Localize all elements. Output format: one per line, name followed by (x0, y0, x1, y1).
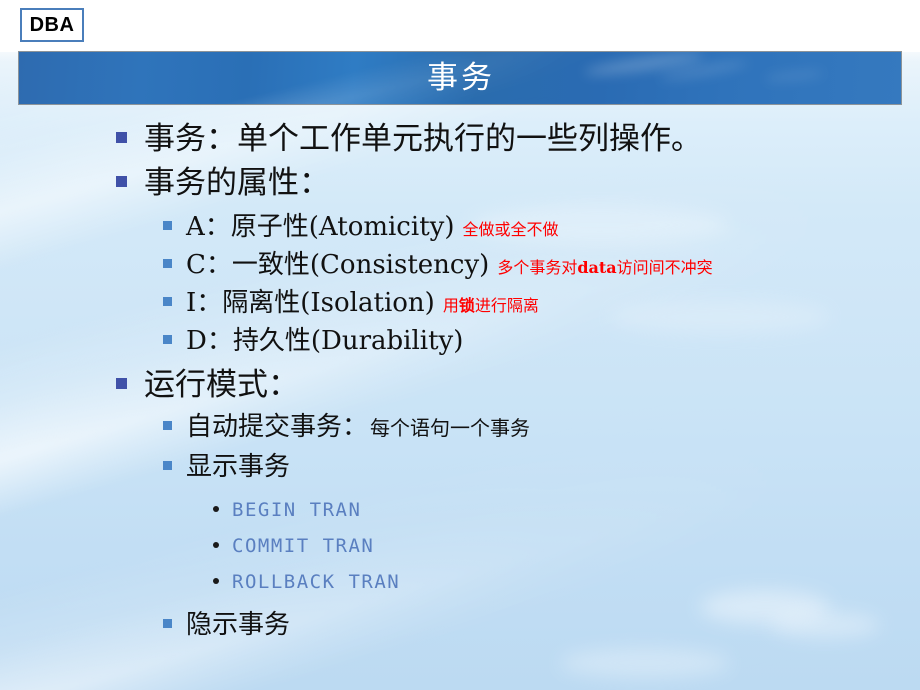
acid-label: C：一致性(Consistency) (186, 250, 490, 280)
annotation-plain: 多个事务对 (497, 258, 578, 277)
square-bullet-icon (163, 221, 172, 230)
cloud-puff (560, 648, 730, 678)
annotation-bold: data (577, 258, 617, 277)
dot-bullet-icon (213, 578, 219, 584)
annotation-tail: 访问间不冲突 (616, 258, 713, 277)
square-bullet-icon (116, 176, 127, 187)
bullet-explicit-transaction: 显示事务 (0, 448, 920, 486)
title-banner: 事务 (18, 51, 902, 105)
properties-text: 事务的属性： (144, 165, 330, 201)
sql-command: BEGIN TRAN (232, 499, 362, 521)
bullet-command-rollback: ROLLBACK TRAN (0, 564, 920, 600)
bullet-run-modes: 运行模式： (0, 364, 920, 406)
bullet-properties: 事务的属性： (0, 162, 920, 204)
dba-logo-box: DBA (20, 8, 84, 42)
bullet-definition: 事务：单个工作单元执行的一些列操作。 (0, 118, 920, 160)
acid-label: D：持久性(Durability) (186, 326, 464, 356)
bullet-acid-isolation: I：隔离性(Isolation) 用锁进行隔离 (0, 284, 920, 322)
square-bullet-icon (116, 378, 127, 389)
slide-canvas: DBA 事务 事务：单个工作单元执行的一些列操作。 事务的属性： A：原子性(A… (0, 0, 920, 690)
acid-annotation: 用锁进行隔离 (443, 292, 539, 316)
explicit-transaction-text: 显示事务 (186, 452, 291, 482)
bullet-command-begin: BEGIN TRAN (0, 492, 920, 528)
square-bullet-icon (163, 421, 172, 430)
run-modes-text: 运行模式： (144, 367, 299, 403)
sql-command: COMMIT TRAN (232, 535, 375, 557)
header-white-strip (0, 0, 920, 52)
annotation-bold: 锁 (458, 296, 475, 315)
square-bullet-icon (163, 297, 172, 306)
implicit-transaction-text: 隐示事务 (186, 610, 291, 640)
square-bullet-icon (163, 619, 172, 628)
dot-bullet-icon (213, 542, 219, 548)
square-bullet-icon (116, 132, 127, 143)
slide-title: 事务 (427, 59, 495, 96)
square-bullet-icon (163, 259, 172, 268)
square-bullet-icon (163, 461, 172, 470)
acid-label: A：原子性(Atomicity) (186, 212, 455, 242)
acid-label: I：隔离性(Isolation) (186, 288, 435, 318)
bullet-command-commit: COMMIT TRAN (0, 528, 920, 564)
slide-content: 事务：单个工作单元执行的一些列操作。 事务的属性： A：原子性(Atomicit… (0, 118, 920, 644)
dot-bullet-icon (213, 506, 219, 512)
acid-annotation: 全做或全不做 (462, 216, 558, 240)
bullet-acid-consistency: C：一致性(Consistency) 多个事务对data访问间不冲突 (0, 246, 920, 284)
annotation-plain: 全做或全不做 (462, 220, 559, 239)
sql-command: ROLLBACK TRAN (232, 571, 401, 593)
annotation-tail: 进行隔离 (474, 296, 539, 315)
dba-logo-label: DBA (29, 14, 75, 36)
auto-commit-text: 自动提交事务： (186, 412, 369, 442)
annotation-plain: 用 (442, 296, 459, 315)
bullet-auto-commit: 自动提交事务： 每个语句一个事务 (0, 408, 920, 446)
acid-annotation: 多个事务对data访问间不冲突 (497, 254, 712, 278)
bullet-implicit-transaction: 隐示事务 (0, 606, 920, 644)
definition-text: 事务：单个工作单元执行的一些列操作。 (144, 121, 702, 157)
auto-commit-note: 每个语句一个事务 (370, 416, 531, 440)
bullet-acid-atomicity: A：原子性(Atomicity) 全做或全不做 (0, 208, 920, 246)
square-bullet-icon (163, 335, 172, 344)
bullet-acid-durability: D：持久性(Durability) (0, 322, 920, 360)
